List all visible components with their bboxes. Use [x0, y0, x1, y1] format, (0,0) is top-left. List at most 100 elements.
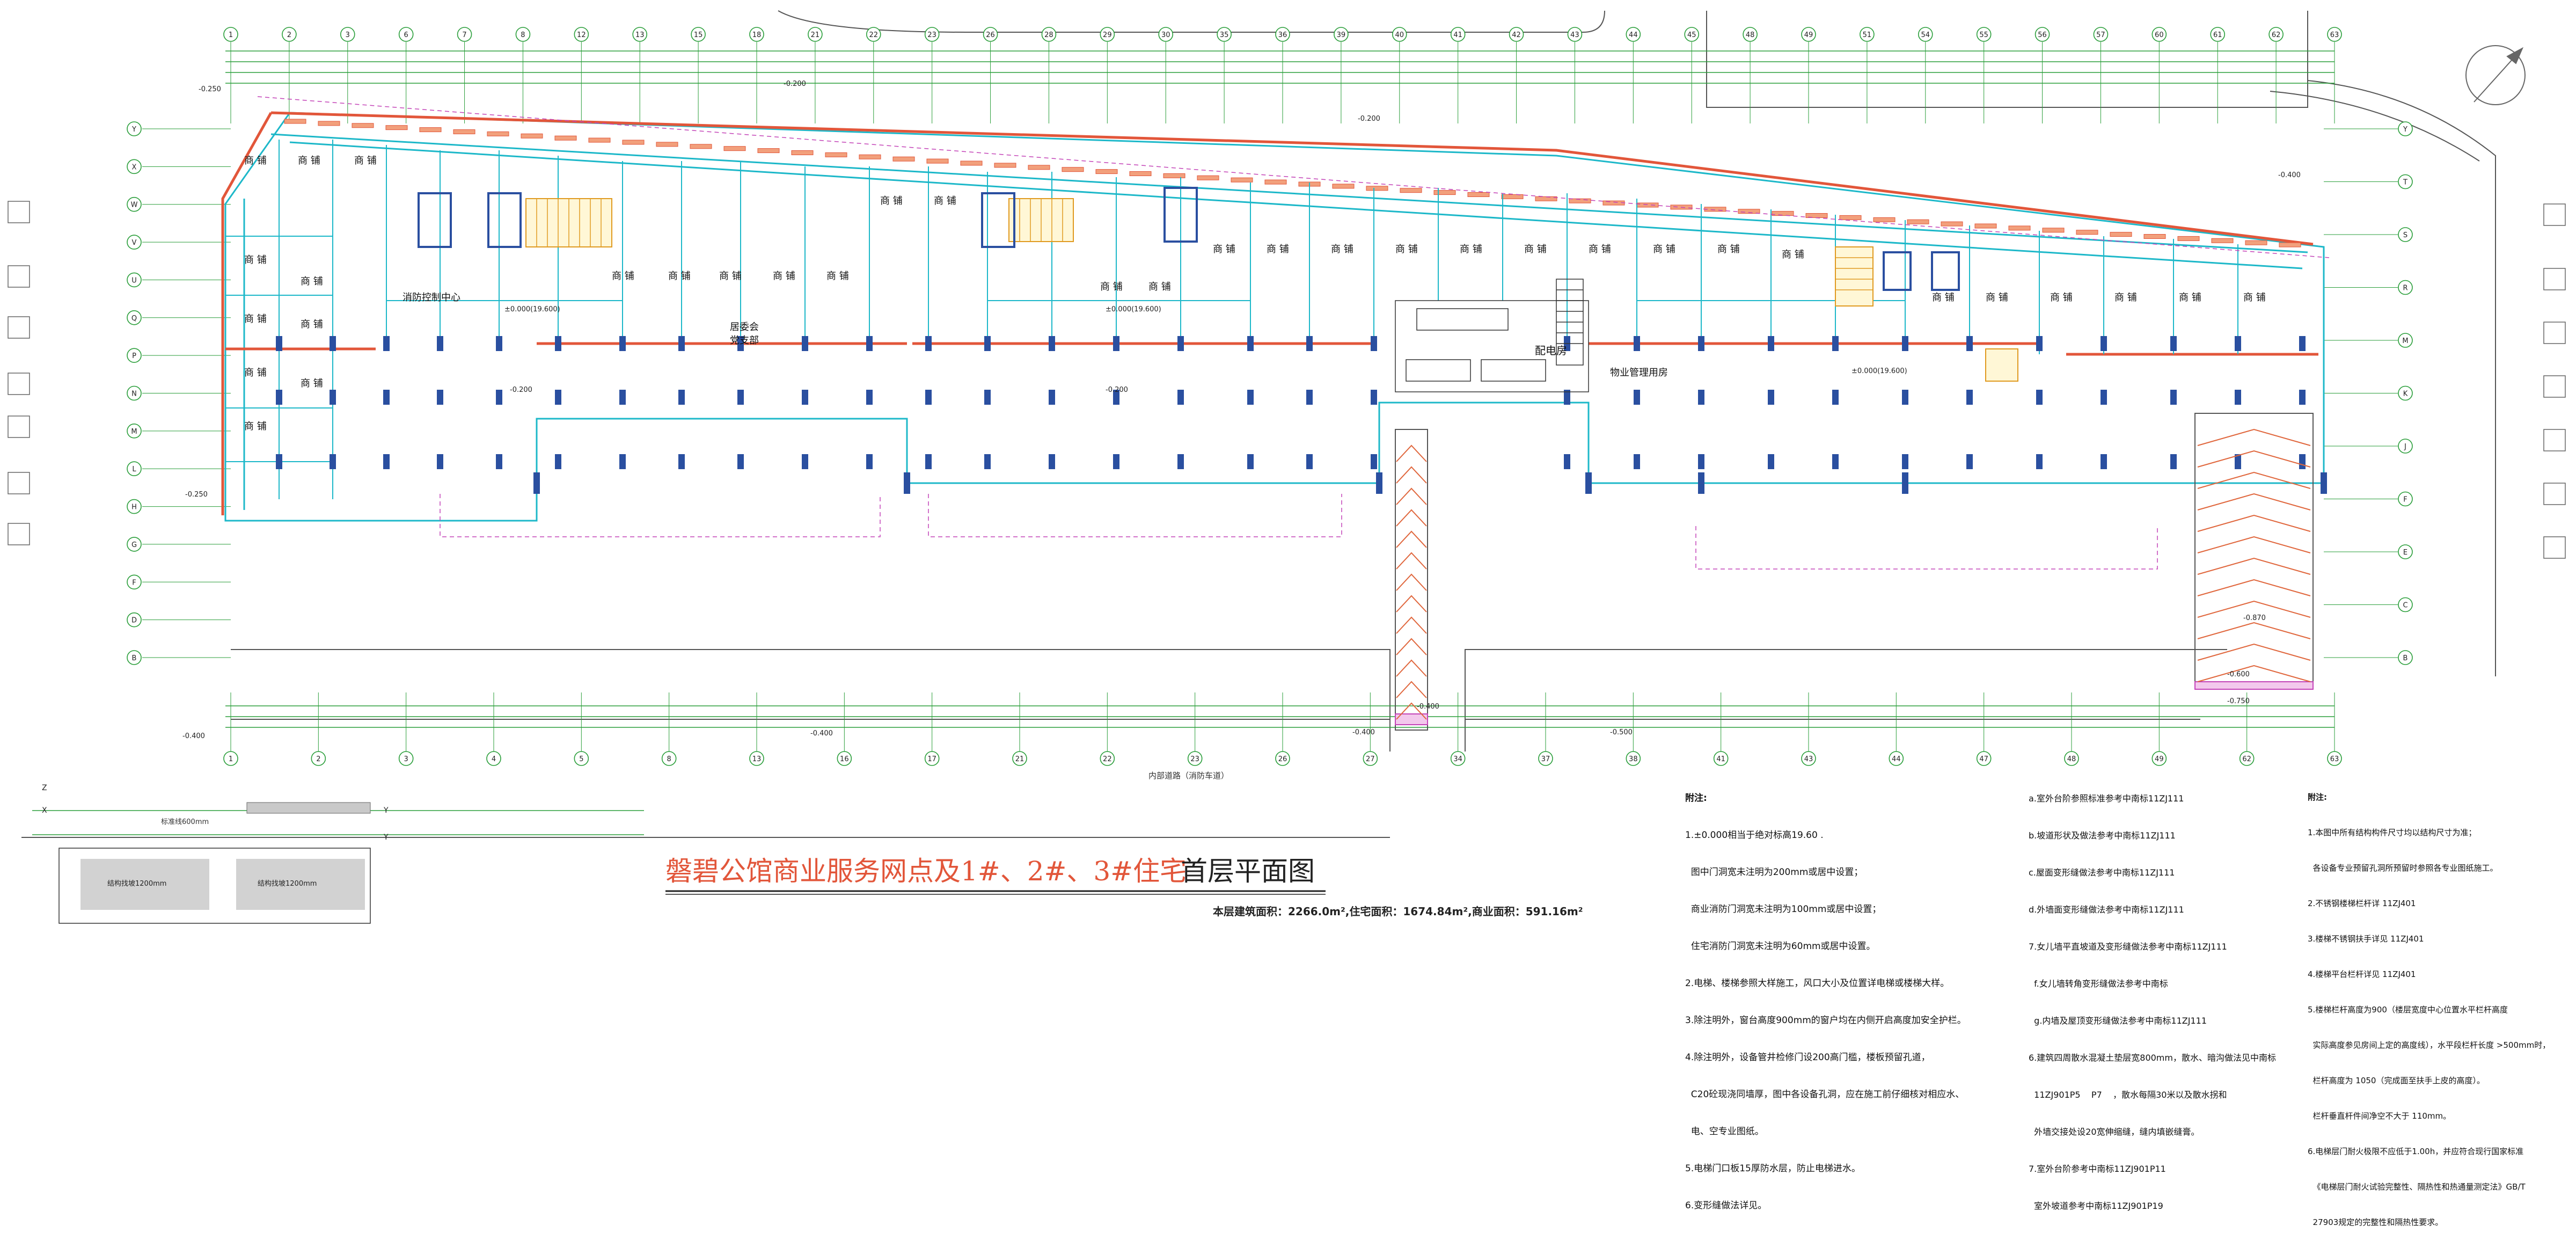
ramp-left — [1395, 429, 1428, 731]
svg-text:Y: Y — [2403, 126, 2407, 134]
grid-bubble-left: Q — [127, 310, 142, 325]
svg-text:-0.870: -0.870 — [2243, 614, 2266, 622]
svg-text:43: 43 — [1804, 755, 1813, 763]
svg-text:30: 30 — [1161, 31, 1170, 39]
dimension-lines-bottom — [225, 705, 2334, 728]
svg-text:S: S — [2403, 231, 2407, 239]
grid-bubble-top: 28 — [1041, 27, 1057, 42]
grid-bubble-left: D — [127, 612, 142, 628]
grid-bubble-top: 18 — [749, 27, 764, 42]
grid-bubble-bottom: 26 — [1275, 751, 1290, 766]
grid-bubble-left: W — [127, 196, 142, 212]
svg-text:49: 49 — [2155, 755, 2164, 763]
grid-bubble-top: 6 — [398, 27, 414, 42]
grid-axes-right: Y T S R M K J F E C B — [2324, 121, 2413, 665]
shop-label: 商 铺 — [2179, 292, 2201, 303]
shop-label: 商 铺 — [244, 367, 267, 378]
svg-text:-0.250: -0.250 — [185, 491, 208, 499]
svg-text:H: H — [131, 504, 137, 512]
notes-left-line: 6.变形缝做法详见。 — [1685, 1200, 1767, 1211]
svg-text:23: 23 — [1190, 755, 1199, 763]
grid-bubble-top: 45 — [1684, 27, 1700, 42]
grid-bubble-top: 36 — [1275, 27, 1290, 42]
svg-text:28: 28 — [1044, 31, 1053, 39]
grid-bubble-bottom: 49 — [2151, 751, 2167, 766]
grid-bubble-right: F — [2398, 491, 2413, 507]
shop-label: 商 铺 — [668, 271, 691, 282]
svg-text:E: E — [2403, 549, 2407, 557]
svg-text:43: 43 — [1570, 31, 1579, 39]
legend-section: 标准线600mm 结构找坡1200mm 结构找坡1200mm Z X Y Y — [32, 784, 644, 924]
notes-mid-line: c.屋面变形缝做法参考中南标11ZJ111 — [2029, 867, 2175, 878]
svg-text:N: N — [131, 390, 137, 398]
dimension-lines-top — [225, 50, 2334, 84]
notes-right-line: 1.本图中所有结构构件尺寸均以结构尺寸为准； — [2308, 828, 2477, 837]
shop-label: 商 铺 — [1986, 292, 2008, 303]
grid-bubble-top: 12 — [574, 27, 589, 42]
notes-left-line: 2.电梯、楼梯参照大样施工，风口大小及位置详电梯或楼梯大样。 — [1685, 978, 1950, 989]
notes-left-line: 图中门洞宽未注明为200mm或居中设置； — [1685, 867, 1863, 878]
shop-label: 商 铺 — [1100, 281, 1123, 293]
shop-label: 商 铺 — [1331, 244, 1353, 255]
grid-bubble-top: 55 — [1976, 27, 1992, 42]
svg-text:34: 34 — [1453, 755, 1462, 763]
grid-bubble-top: 21 — [808, 27, 823, 42]
svg-text:27: 27 — [1366, 755, 1375, 763]
grid-bubble-bottom: 27 — [1363, 751, 1378, 766]
grid-bubble-top: 13 — [632, 27, 648, 42]
svg-text:61: 61 — [2213, 31, 2222, 39]
grid-bubble-top: 35 — [1217, 27, 1232, 42]
svg-text:K: K — [2403, 390, 2408, 398]
svg-text:Z: Z — [42, 784, 47, 792]
svg-text:22: 22 — [1103, 755, 1112, 763]
shop-label: 商 铺 — [1932, 292, 1955, 303]
grid-bubble-left: N — [127, 385, 142, 401]
shop-label: 商 铺 — [1267, 244, 1289, 255]
svg-text:J: J — [2404, 443, 2406, 451]
grid-bubble-right: R — [2398, 280, 2413, 295]
notes-left-line: 5.电梯门口板15厚防水层，防止电梯进水。 — [1685, 1163, 1861, 1174]
svg-text:2: 2 — [287, 31, 291, 39]
svg-text:22: 22 — [869, 31, 879, 39]
grid-axes-top: 1 2 3 6 7 8 12 13 15 18 21 22 23 26 28 29 30 35 36 39 40 41 42… — [223, 27, 2342, 123]
grid-bubble-bottom: 63 — [2327, 751, 2342, 766]
svg-text:55: 55 — [1979, 31, 1988, 39]
grid-bubble-bottom: 43 — [1801, 751, 1816, 766]
svg-text:Y: Y — [383, 806, 389, 815]
grid-bubble-right: T — [2398, 174, 2413, 189]
svg-text:42: 42 — [1512, 31, 1521, 39]
grid-bubble-bottom: 48 — [2064, 751, 2079, 766]
svg-text:T: T — [2403, 179, 2407, 187]
grid-bubble-right: C — [2398, 597, 2413, 612]
grid-bubble-top: 63 — [2327, 27, 2342, 42]
grid-bubble-top: 2 — [282, 27, 297, 42]
grid-bubble-left: M — [127, 424, 142, 439]
svg-text:63: 63 — [2330, 31, 2339, 39]
grid-bubble-left: V — [127, 235, 142, 250]
grid-bubble-top: 15 — [691, 27, 706, 42]
grid-bubble-right: S — [2398, 227, 2413, 242]
grid-bubble-top: 7 — [457, 27, 472, 42]
elevator-shafts — [418, 187, 1960, 291]
party-center-label-2: 党支部 — [730, 335, 759, 346]
shop-label: 商 铺 — [1213, 244, 1235, 255]
svg-text:35: 35 — [1220, 31, 1229, 39]
structural-columns — [276, 336, 2327, 494]
svg-text:-0.250: -0.250 — [199, 85, 221, 93]
svg-text:57: 57 — [2096, 31, 2105, 39]
shop-label: 商 铺 — [773, 271, 795, 282]
shop-label: 商 铺 — [612, 271, 634, 282]
svg-text:23: 23 — [927, 31, 936, 39]
svg-text:13: 13 — [752, 755, 762, 763]
svg-text:结构找坡1200mm: 结构找坡1200mm — [107, 880, 166, 888]
svg-text:-0.200: -0.200 — [1106, 386, 1128, 394]
svg-text:2: 2 — [316, 755, 320, 763]
notes-right: 附注: 1.本图中所有结构构件尺寸均以结构尺寸为准； 各设备专业预留孔洞所预留时… — [2308, 768, 2550, 1240]
grid-bubble-bottom: 16 — [837, 751, 852, 766]
grid-bubble-left: H — [127, 499, 142, 514]
shop-label: 商 铺 — [2050, 292, 2073, 303]
grid-bubble-top: 3 — [340, 27, 355, 42]
notes-mid-line: a.室外台阶参照标准参考中南标11ZJ111 — [2029, 793, 2184, 804]
svg-text:M: M — [131, 428, 137, 436]
grid-bubble-bottom: 3 — [398, 751, 414, 766]
